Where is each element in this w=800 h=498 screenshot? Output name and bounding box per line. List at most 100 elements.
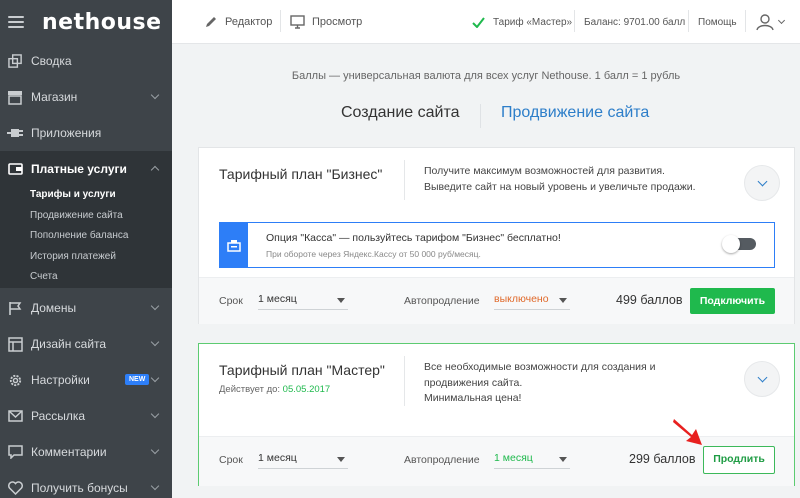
autorenew-select[interactable]: 1 месяц [494,452,570,469]
valid-until: Действует до: 05.05.2017 [219,384,330,395]
sidebar-item-label: Рассылка [31,409,86,423]
arrow-annotation-icon [673,419,702,445]
menu-icon[interactable] [8,16,24,28]
term-select[interactable]: 1 месяц [258,293,348,310]
chevron-down-icon [150,481,160,491]
sidebar-item-label: Приложения [31,126,102,140]
sidebar-item-shop[interactable]: Магазин [0,79,172,115]
sidebar-item-paid-services[interactable]: Платные услуги [0,151,172,187]
sidebar: nethouse Сводка Магазин Приложения Платн… [0,0,172,498]
preview-label: Просмотр [312,16,363,28]
comment-icon [7,444,23,460]
subitem-promotion[interactable]: Продвижение сайта [0,206,172,227]
term-label: Срок [219,454,243,466]
plan-desc-line: Минимальная цена! [424,392,522,404]
sidebar-item-apps[interactable]: Приложения [0,115,172,151]
preview-button[interactable]: Просмотр [290,0,362,44]
kassa-title: Опция "Касса" — пользуйтесь тарифом "Биз… [266,232,561,244]
heart-icon [7,480,23,496]
chevron-down-icon [150,409,160,419]
autorenew-value: 1 месяц [494,452,533,464]
kassa-option: Опция "Касса" — пользуйтесь тарифом "Биз… [219,222,775,268]
new-badge: NEW [125,374,150,385]
plan-desc-line: Получите максимум возможностей для разви… [424,165,665,177]
sidebar-item-label: Комментарии [31,445,107,459]
chevron-down-icon [150,337,160,347]
tab-divider [480,104,481,128]
tab-site-creation[interactable]: Создание сайта [341,104,460,128]
subitem-tariffs[interactable]: Тарифы и услуги [0,185,172,206]
autorenew-label: Автопродление [404,295,480,307]
autorenew-select[interactable]: выключено [494,293,570,310]
term-value: 1 месяц [258,452,297,464]
chevron-down-icon [150,301,160,311]
subitem-topup[interactable]: Пополнение баланса [0,226,172,247]
tariff-link[interactable]: Тариф «Мастер» [472,0,572,44]
logo[interactable]: nethouse [42,10,162,35]
sidebar-item-domains[interactable]: Домены [0,290,172,326]
topbar: Редактор Просмотр Тариф «Мастер» Баланс:… [172,0,800,44]
help-link[interactable]: Помощь [698,0,737,44]
flag-icon [7,300,23,316]
term-value: 1 месяц [258,293,297,305]
sidebar-item-comments[interactable]: Комментарии [0,434,172,470]
plan-description: Получите максимум возможностей для разви… [424,164,696,195]
editor-label: Редактор [225,16,273,28]
pencil-icon [206,17,216,27]
wallet-icon [7,161,23,177]
check-icon [472,16,485,28]
sidebar-item-settings[interactable]: Настройки NEW [0,362,172,398]
term-label: Срок [219,295,243,307]
sidebar-item-label: Настройки [31,373,90,387]
valid-date: 05.05.2017 [282,384,331,395]
kassa-toggle[interactable] [722,235,756,253]
valid-label: Действует до: [219,384,281,395]
price: 299 баллов [629,452,696,466]
plan-desc-line: Все необходимые возможности для создания… [424,361,656,373]
gear-icon [7,372,23,388]
plan-desc-line: продвижения сайта. [424,376,523,389]
chevron-down-icon [150,90,160,100]
sidebar-item-label: Получить бонусы [31,481,128,495]
plan-desc-line: Выведите сайт на новый уровень и увеличь… [424,180,696,193]
sidebar-item-bonuses[interactable]: Получить бонусы [0,470,172,498]
plan-card-business: Тарифный план "Бизнес" Получите максимум… [198,147,795,324]
sidebar-item-label: Платные услуги [31,162,127,176]
sidebar-item-mailing[interactable]: Рассылка [0,398,172,434]
user-menu[interactable] [755,0,786,44]
price: 499 баллов [616,293,683,307]
register-icon [220,223,248,267]
plan-title: Тарифный план "Мастер" [219,362,385,378]
chevron-down-icon [150,373,160,383]
intro-text: Баллы — универсальная валюта для всех ус… [291,70,681,82]
autorenew-label: Автопродление [404,454,480,466]
subitem-history[interactable]: История платежей [0,247,172,268]
plan-description: Все необходимые возможности для создания… [424,360,655,407]
copy-icon [7,53,23,69]
connect-button[interactable]: Подключить [690,288,775,314]
subitem-invoices[interactable]: Счета [0,267,172,288]
expand-button[interactable] [744,165,780,201]
sidebar-item-label: Сводка [31,54,72,68]
term-select[interactable]: 1 месяц [258,452,348,469]
chevron-up-icon [150,165,160,175]
sidebar-submenu: Тарифы и услуги Продвижение сайта Пополн… [0,185,172,288]
expand-button[interactable] [744,361,780,397]
tab-promotion[interactable]: Продвижение сайта [501,104,649,128]
plan-title: Тарифный план "Бизнес" [219,166,383,182]
tariff-label: Тариф «Мастер» [493,16,573,28]
divider [404,160,405,200]
chevron-down-icon [777,16,786,25]
monitor-icon [290,15,305,29]
plan-footer: Срок 1 месяц Автопродление выключено 499… [199,277,794,324]
user-icon [756,14,774,31]
extend-button[interactable]: Продлить [703,446,775,474]
sidebar-item-label: Магазин [31,90,78,104]
sidebar-item-summary[interactable]: Сводка [0,43,172,79]
sidebar-item-label: Дизайн сайта [31,337,107,351]
editor-button[interactable]: Редактор [204,0,272,44]
kassa-subtitle: При обороте через Яндекс.Кассу от 50 000… [266,249,481,259]
chevron-down-icon [150,445,160,455]
sidebar-item-design[interactable]: Дизайн сайта [0,326,172,362]
balance-link[interactable]: Баланс: 9701.00 балл [584,0,685,44]
